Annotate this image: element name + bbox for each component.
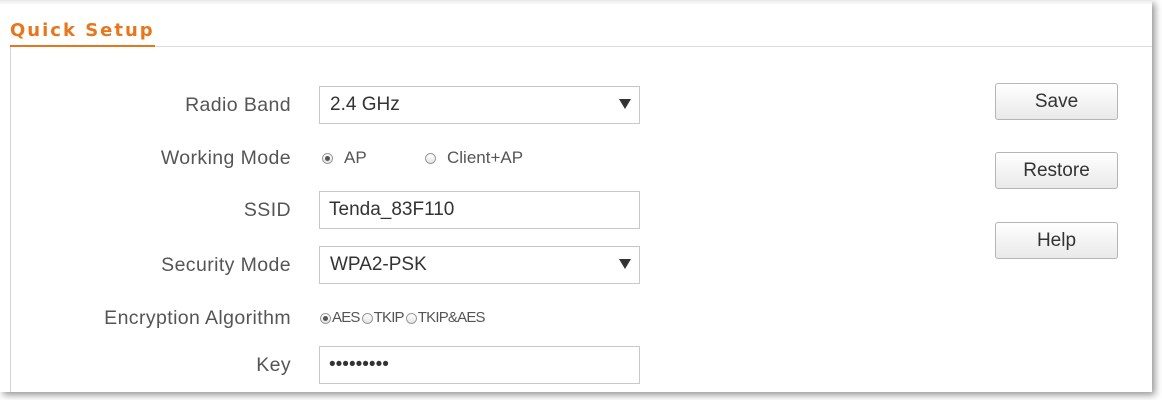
working-mode-option-ap[interactable]: AP [322,148,367,168]
security-mode-value: WPA2-PSK [330,254,427,275]
key-label: Key [256,354,291,376]
working-mode-label: Working Mode [160,147,291,169]
save-button[interactable]: Save [995,83,1118,120]
radio-band-select[interactable]: 2.4 GHz [319,86,640,124]
working-mode-radio-client-ap[interactable] [425,152,436,164]
working-mode-option-label: Client+AP [447,148,524,167]
encryption-radio-aes[interactable] [320,312,331,324]
encryption-algorithm-group: AES TKIP TKIP&AES [320,308,487,328]
encryption-option-label: TKIP [373,309,405,326]
encryption-option-label: TKIP&AES [417,309,486,326]
radio-band-label: Radio Band [185,94,291,116]
working-mode-option-label: AP [344,148,367,167]
key-input[interactable] [319,346,640,384]
security-mode-label: Security Mode [161,254,291,276]
ssid-input[interactable] [319,191,640,229]
security-mode-select[interactable]: WPA2-PSK [319,246,640,284]
working-mode-radio-ap[interactable] [322,152,333,164]
page-title: Quick Setup [10,20,155,47]
encryption-option-tkip[interactable]: TKIP [361,308,406,328]
working-mode-option-client-ap[interactable]: Client+AP [425,148,523,168]
encryption-option-aes[interactable]: AES [320,308,362,328]
radio-band-value: 2.4 GHz [330,94,400,115]
encryption-radio-tkip[interactable] [361,312,373,324]
quick-setup-panel: Quick Setup Radio Band 2.4 GHz Working M… [0,0,1152,392]
chevron-down-icon [619,259,631,269]
title-divider [10,46,1152,47]
restore-button[interactable]: Restore [995,152,1118,189]
panel-top-shadow [0,0,1152,5]
chevron-down-icon [619,99,631,109]
encryption-algorithm-label: Encryption Algorithm [104,307,291,329]
ssid-label: SSID [243,199,291,221]
encryption-radio-tkip-aes[interactable] [405,312,417,324]
encryption-option-label: AES [332,309,360,326]
help-button[interactable]: Help [995,222,1118,259]
encryption-option-tkip-aes[interactable]: TKIP&AES [405,308,487,328]
